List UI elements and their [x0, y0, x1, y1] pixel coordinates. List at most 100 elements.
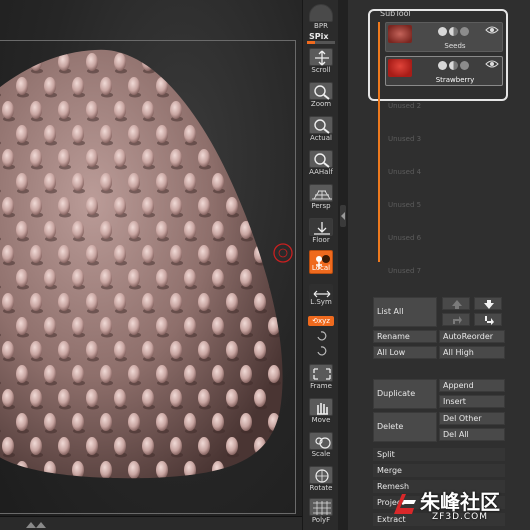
seed-bump: [114, 293, 126, 311]
seed-bump: [156, 77, 168, 95]
lsym-button[interactable]: L.Sym: [307, 284, 335, 314]
rotate-button[interactable]: Rotate: [307, 466, 335, 496]
strawberry-model[interactable]: [0, 0, 302, 530]
move-bottom-button[interactable]: [474, 313, 502, 326]
xyz-toggle[interactable]: ⟲xyz: [308, 316, 334, 326]
seed-bump: [156, 269, 168, 287]
spix-slider-label[interactable]: SPix: [309, 32, 329, 41]
auto-reorder-button[interactable]: AutoReorder: [439, 330, 505, 343]
subtool-slot-empty[interactable]: Unused 3: [388, 135, 421, 143]
append-button[interactable]: Append: [439, 379, 505, 392]
zoom-button[interactable]: Zoom: [307, 82, 335, 112]
move-down-button[interactable]: [474, 297, 502, 310]
seed-bump: [254, 389, 266, 407]
move-button[interactable]: Move: [307, 398, 335, 428]
all-low-button[interactable]: All Low: [373, 346, 437, 359]
frame-button[interactable]: Frame: [307, 364, 335, 394]
seed-bump: [30, 293, 42, 311]
list-all-button[interactable]: List All: [373, 297, 437, 327]
move-top-button[interactable]: [442, 313, 470, 326]
seed-bump: [44, 173, 56, 191]
subtool-scrollbar[interactable]: [378, 22, 380, 262]
watermark: 朱峰社区 ZF3D.COM: [390, 484, 530, 530]
seed-bump: [268, 413, 280, 431]
persp-button[interactable]: Persp: [307, 184, 335, 214]
subtool-slot-empty[interactable]: Unused 2: [388, 102, 421, 110]
spix-slider[interactable]: [307, 41, 335, 44]
seed-bump: [128, 413, 140, 431]
actual-button[interactable]: Actual: [307, 116, 335, 146]
collapse-tab[interactable]: [340, 205, 346, 227]
subtool-item-strawberry[interactable]: Strawberry: [385, 56, 503, 86]
seed-bump: [86, 341, 98, 359]
subtool-item-seeds[interactable]: Seeds: [385, 22, 503, 52]
arrow-up-icon[interactable]: [36, 522, 46, 528]
subtool-title[interactable]: SubTool: [380, 9, 411, 18]
seed-bump: [254, 53, 266, 71]
scroll-icon: [309, 48, 333, 66]
floor-button[interactable]: Floor: [307, 218, 335, 248]
brush-cursor-icon: [273, 243, 293, 263]
bpr-button[interactable]: BPR: [307, 4, 335, 34]
seed-bump: [2, 197, 14, 215]
rename-button[interactable]: Rename: [373, 330, 437, 343]
polyf-button[interactable]: PolyF: [307, 498, 335, 528]
duplicate-button[interactable]: Duplicate: [373, 379, 437, 409]
seed-bump: [128, 365, 140, 383]
seed-bump: [226, 149, 238, 167]
split-button[interactable]: Split: [373, 448, 505, 461]
seed-bump: [100, 77, 112, 95]
local-button[interactable]: Local: [307, 250, 335, 276]
insert-button[interactable]: Insert: [439, 395, 505, 408]
seed-bump: [16, 77, 28, 95]
subtool-slot-empty[interactable]: Unused 4: [388, 168, 421, 176]
rotate-y-icon[interactable]: [315, 330, 327, 342]
seed-bump: [58, 389, 70, 407]
seed-shadow: [283, 165, 295, 170]
aahalf-button[interactable]: AAHalf: [307, 150, 335, 180]
subtool-slot-empty[interactable]: Unused 6: [388, 234, 421, 242]
seed-bump: [268, 317, 280, 335]
del-all-button[interactable]: Del All: [439, 428, 505, 441]
seed-bump: [156, 413, 168, 431]
seed-shadow: [241, 140, 253, 146]
rotate-z-icon[interactable]: [315, 345, 327, 357]
seed-shadow: [269, 236, 281, 242]
seed-shadow: [185, 476, 197, 479]
seed-bump: [170, 53, 182, 71]
eye-icon[interactable]: [485, 59, 499, 69]
arrow-up-icon[interactable]: [26, 522, 36, 528]
subtool-slot-empty[interactable]: Unused 7: [388, 267, 421, 275]
seed-bump: [16, 365, 28, 383]
move-up-button[interactable]: [442, 297, 470, 310]
seed-bump: [58, 341, 70, 359]
seed-bump: [198, 245, 210, 263]
seed-bump: [86, 149, 98, 167]
all-high-button[interactable]: All High: [439, 346, 505, 359]
scale-button[interactable]: Scale: [307, 432, 335, 462]
seed-bump: [156, 125, 168, 143]
polyf-icon: [309, 498, 333, 516]
seed-bump: [170, 293, 182, 311]
viewport-canvas[interactable]: [0, 0, 302, 530]
seed-bump: [44, 413, 56, 431]
seed-shadow: [255, 164, 267, 170]
seed-shadow: [73, 476, 85, 479]
seed-bump: [100, 461, 112, 479]
seed-shadow: [185, 92, 197, 98]
actual-icon: [309, 116, 333, 134]
merge-button[interactable]: Merge: [373, 464, 505, 477]
subtool-slot-empty[interactable]: Unused 5: [388, 201, 421, 209]
seed-bump: [72, 413, 84, 431]
scroll-button[interactable]: Scroll: [307, 48, 335, 78]
seed-bump: [30, 389, 42, 407]
delete-button[interactable]: Delete: [373, 412, 437, 442]
seed-bump: [156, 317, 168, 335]
del-other-button[interactable]: Del Other: [439, 412, 505, 425]
solo-toggle-icon: [449, 27, 458, 36]
seed-bump: [254, 101, 266, 119]
seed-bump: [128, 125, 140, 143]
eye-icon[interactable]: [485, 25, 499, 35]
seed-shadow: [227, 164, 239, 170]
seed-bump: [58, 53, 70, 71]
